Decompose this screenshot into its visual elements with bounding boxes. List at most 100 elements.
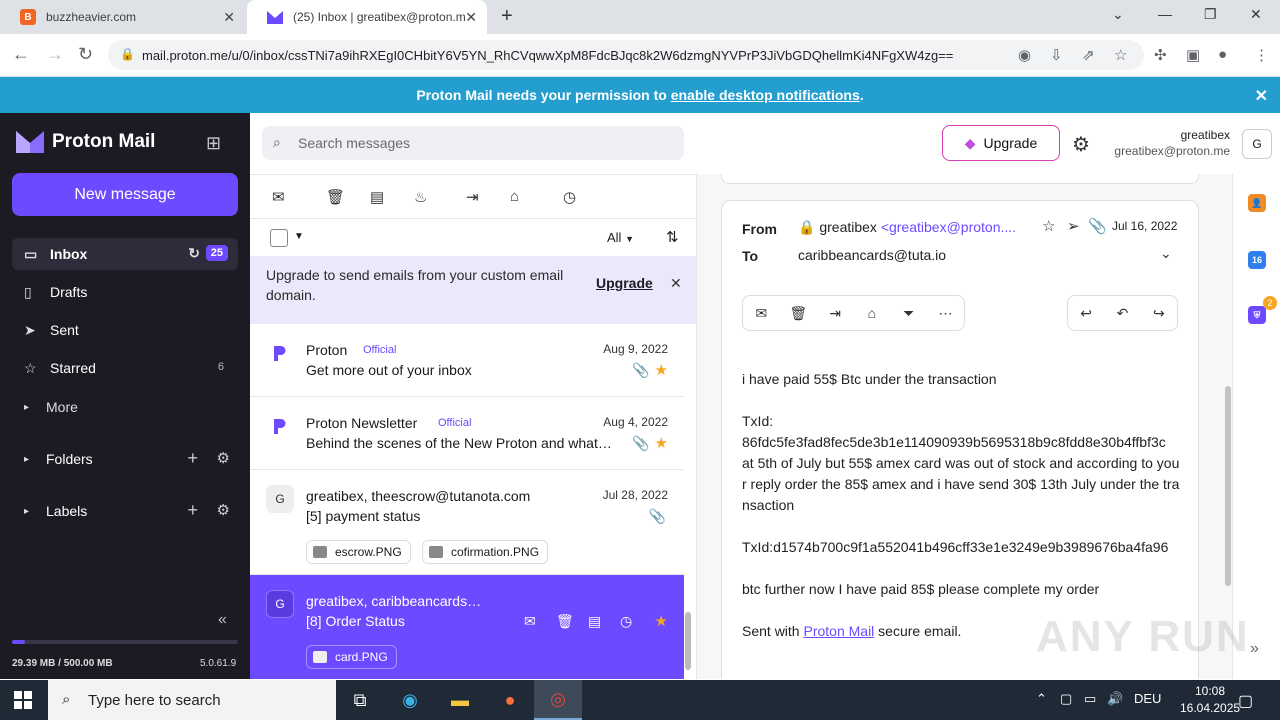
upgrade-button[interactable]: ◆ Upgrade	[942, 125, 1060, 161]
extensions-icon[interactable]: ✣	[1154, 46, 1167, 64]
from-field[interactable]: 🔒 greatibex <greatibex@proton....	[798, 219, 1033, 236]
lock-icon[interactable]: 🔒	[120, 47, 135, 61]
list-item-selected[interactable]: G greatibex, caribbeancards… [8] Order S…	[250, 575, 684, 679]
close-tab-icon[interactable]: ✕	[465, 9, 477, 26]
language-indicator[interactable]: DEU	[1134, 691, 1161, 706]
mark-unread-icon[interactable]: ✉	[743, 305, 780, 322]
archive-icon[interactable]: ▤	[588, 613, 601, 630]
firefox-icon[interactable]: ●	[486, 680, 534, 720]
reply-all-icon[interactable]: ↶	[1104, 305, 1140, 322]
close-promo-icon[interactable]: ✕	[670, 275, 682, 292]
sidebar-item-inbox[interactable]: ▭ Inbox ↻ 25	[12, 238, 238, 270]
select-all-checkbox[interactable]	[270, 229, 288, 247]
calendar-icon[interactable]: 16	[1248, 251, 1266, 269]
close-window-icon[interactable]: ✕	[1250, 6, 1262, 23]
expand-details-chevron-icon[interactable]: ⌄	[1160, 245, 1172, 262]
new-tab-button[interactable]: +	[501, 5, 513, 28]
promo-upgrade-link[interactable]: Upgrade	[596, 275, 653, 291]
show-hidden-icons-chevron-icon[interactable]: ⌃	[1036, 691, 1047, 707]
proton-mail-logo[interactable]: Proton Mail	[16, 131, 155, 153]
mark-unread-icon[interactable]: ✉	[272, 188, 285, 206]
to-address[interactable]: caribbeancards@tuta.io	[798, 247, 946, 263]
taskbar-search-input[interactable]: ⌕ Type here to search	[48, 680, 336, 720]
chrome-icon[interactable]: ◎	[534, 680, 582, 720]
filter-dropdown[interactable]: All ▼	[607, 230, 634, 245]
forward-icon[interactable]: ↪	[1141, 305, 1177, 322]
share-icon[interactable]: ⇗	[1082, 46, 1095, 64]
sidebar-item-folders[interactable]: ▸ Folders + ⚙	[12, 443, 238, 475]
add-label-icon[interactable]: +	[187, 500, 198, 521]
sidebar-item-more[interactable]: ▸ More	[12, 391, 238, 423]
attachment-chip[interactable]: escrow.PNG	[306, 540, 411, 564]
label-tag-icon[interactable]: ⌂	[510, 188, 519, 205]
expand-rail-icon[interactable]: »	[1250, 640, 1259, 658]
account-avatar[interactable]: G	[1242, 129, 1272, 159]
restore-icon[interactable]: ❐	[1204, 6, 1217, 23]
attachment-chip[interactable]: card.PNG	[306, 645, 397, 669]
forward-icon[interactable]: →	[46, 44, 64, 65]
list-item[interactable]: Proton Official Aug 9, 2022 Get more out…	[250, 324, 684, 397]
move-to-folder-icon[interactable]: ⇥	[466, 188, 479, 206]
list-item[interactable]: Proton Newsletter Official Aug 4, 2022 B…	[250, 397, 684, 470]
folder-settings-gear-icon[interactable]: ⚙	[217, 449, 230, 467]
list-item[interactable]: G greatibex, theescrow@tutanota.com Jul …	[250, 470, 684, 575]
edge-icon[interactable]: ◉	[386, 680, 434, 720]
star-icon[interactable]: ★	[655, 612, 668, 630]
label-settings-gear-icon[interactable]: ⚙	[217, 501, 230, 519]
search-input[interactable]: ⌕ Search messages	[262, 126, 684, 160]
account-name[interactable]: greatibex	[1100, 128, 1230, 142]
windows-start-icon[interactable]	[14, 691, 32, 709]
install-app-icon[interactable]: ⇩	[1050, 46, 1063, 64]
enable-notifications-link[interactable]: enable desktop notifications	[671, 87, 860, 103]
select-dropdown-chevron-icon[interactable]: ▼	[294, 231, 304, 242]
refresh-icon[interactable]: ↻	[188, 245, 200, 262]
sort-icon[interactable]: ⇅	[666, 228, 679, 246]
spam-flame-icon[interactable]: ♨	[414, 188, 427, 206]
privacy-eye-icon[interactable]: ◉	[1018, 46, 1031, 64]
snooze-clock-icon[interactable]: ◷	[563, 188, 576, 206]
security-shield-icon[interactable]: ⛨	[1248, 306, 1266, 324]
snooze-clock-icon[interactable]: ◷	[620, 613, 632, 630]
more-options-icon[interactable]: ⋯	[927, 305, 964, 322]
task-view-icon[interactable]: ⧉	[336, 680, 384, 720]
app-switcher-icon[interactable]: ⊞	[206, 133, 221, 154]
previous-message-card[interactable]	[721, 174, 1199, 184]
add-folder-icon[interactable]: +	[187, 448, 198, 469]
collapse-sidebar-icon[interactable]: «	[218, 611, 227, 629]
storage-usage[interactable]: 29.39 MB / 500.00 MB	[12, 658, 113, 669]
contacts-icon[interactable]: 👤	[1248, 194, 1266, 212]
browser-tab-buzzheavier[interactable]: B buzzheavier.com ✕	[0, 0, 245, 34]
tab-search-chevron-icon[interactable]: ⌄	[1112, 6, 1124, 23]
notifications-icon[interactable]: ▢	[1238, 691, 1253, 711]
sidebar-item-labels[interactable]: ▸ Labels + ⚙	[12, 495, 238, 527]
sidebar-item-starred[interactable]: ☆ Starred 6	[12, 352, 238, 384]
attachment-chip[interactable]: cofirmation.PNG	[422, 540, 549, 564]
mark-unread-icon[interactable]: ✉	[524, 613, 536, 630]
label-tag-icon[interactable]: ⌂	[853, 305, 890, 321]
clock-date[interactable]: 16.04.2025	[1180, 701, 1240, 715]
app-version[interactable]: 5.0.61.9	[200, 658, 236, 669]
back-icon[interactable]: ←	[12, 44, 30, 65]
star-icon[interactable]: ☆	[1042, 217, 1055, 235]
trash-icon[interactable]: 🗑	[780, 305, 817, 322]
network-device-icon[interactable]: ▢	[1060, 691, 1072, 707]
reply-icon[interactable]: ↩	[1068, 305, 1104, 322]
archive-icon[interactable]: ▤	[370, 188, 384, 206]
browser-tab-inbox[interactable]: (25) Inbox | greatibex@proton.m ✕	[247, 0, 487, 34]
move-to-folder-icon[interactable]: ⇥	[817, 305, 854, 322]
chrome-menu-icon[interactable]: ⋮	[1254, 46, 1269, 64]
bookmark-star-icon[interactable]: ☆	[1114, 46, 1127, 64]
reader-scrollbar[interactable]	[1225, 386, 1231, 586]
account-email[interactable]: greatibex@proton.me	[1100, 144, 1230, 158]
trash-icon[interactable]: 🗑	[326, 188, 345, 206]
sidebar-item-drafts[interactable]: ▯ Drafts	[12, 276, 238, 308]
proton-mail-link[interactable]: Proton Mail	[803, 623, 874, 639]
profile-icon[interactable]: ●	[1218, 46, 1227, 63]
clock-time[interactable]: 10:08	[1180, 684, 1240, 698]
volume-icon[interactable]: 🔊	[1107, 691, 1123, 707]
list-scrollbar[interactable]	[685, 612, 691, 670]
network-icon[interactable]: ▭	[1084, 691, 1096, 707]
star-icon[interactable]: ★	[655, 361, 668, 379]
new-message-button[interactable]: New message	[12, 173, 238, 216]
settings-gear-icon[interactable]: ⚙	[1072, 132, 1090, 157]
